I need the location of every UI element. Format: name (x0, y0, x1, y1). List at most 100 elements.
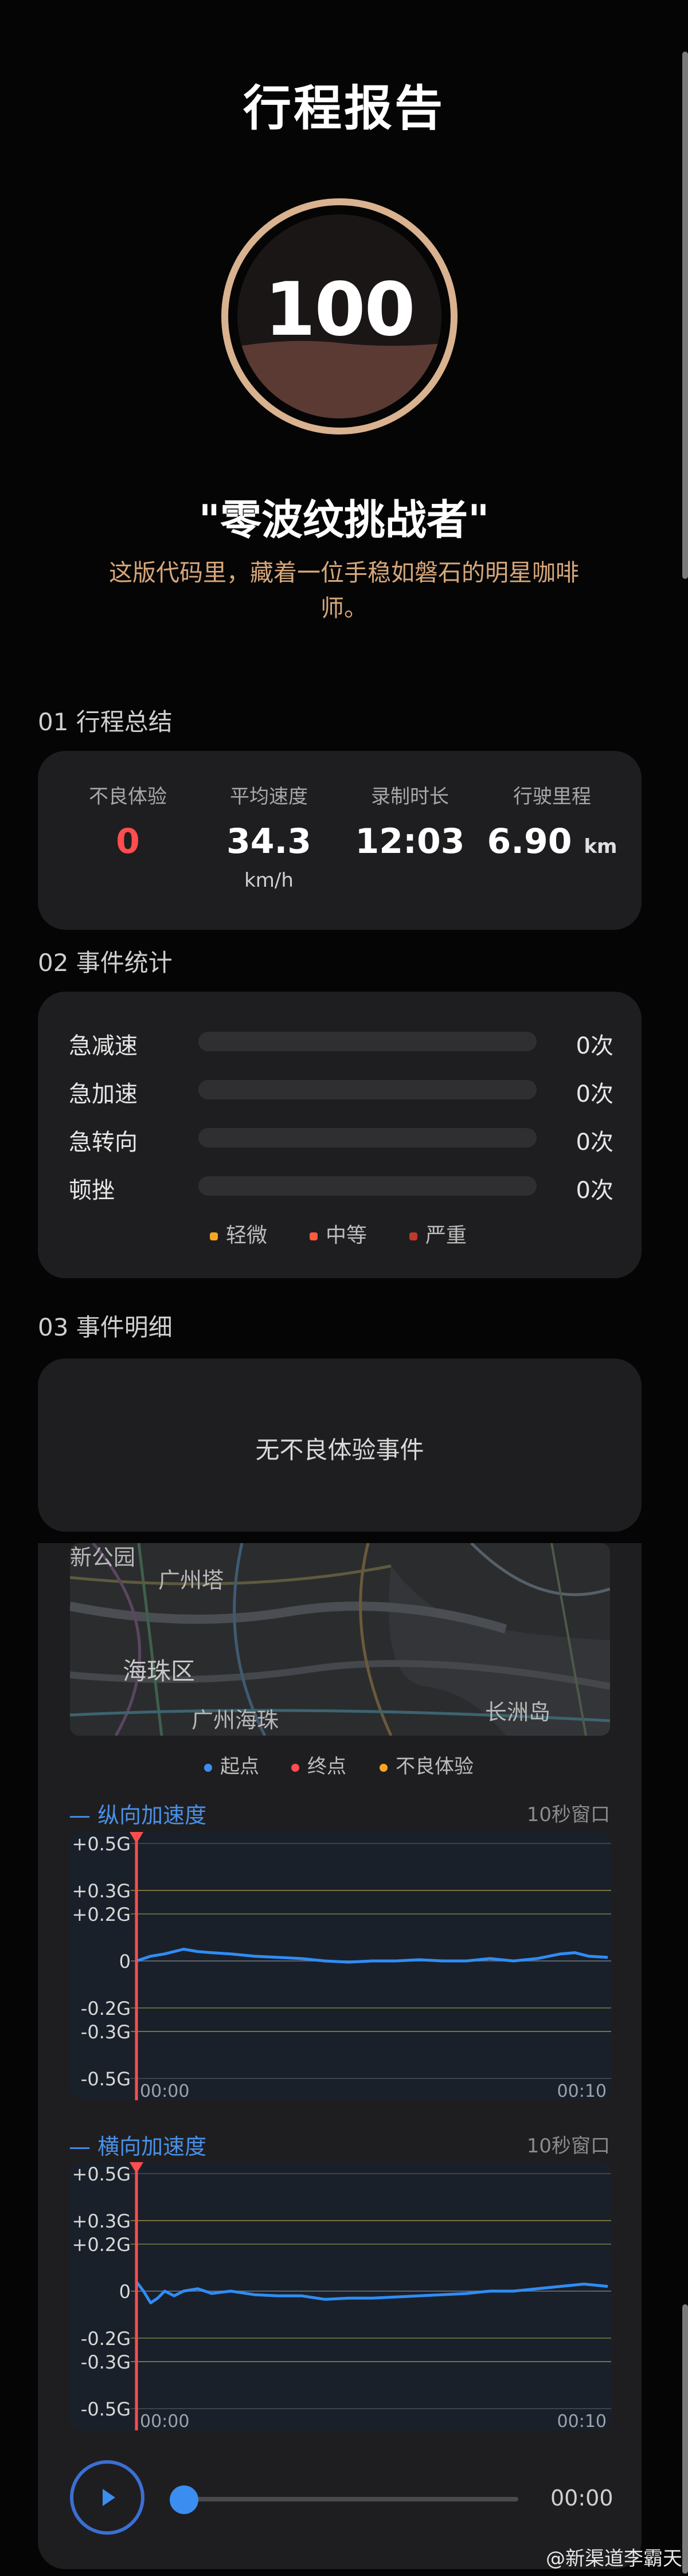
stat-value: 6.90 km (480, 821, 624, 862)
chart-title-longitudinal: — 纵向加速度 (69, 1803, 207, 1828)
score-value: 100 (264, 267, 415, 353)
route-map[interactable]: 新公园 广州塔 海珠区 广州海珠 长洲岛 (70, 1543, 610, 1736)
y-tick-label: -0.2G (81, 2328, 131, 2350)
play-icon (103, 2489, 115, 2506)
legend-swatch (409, 1232, 417, 1240)
score-fill (237, 340, 441, 418)
badge-description: 这版代码里，藏着一位手稳如磐石的明星咖啡师。 (109, 559, 579, 622)
details-section-title: 03 事件明细 (38, 1313, 173, 1341)
map-legend-bad: 不良体验 (380, 1751, 474, 1779)
chart-title-lateral: — 横向加速度 (69, 2134, 207, 2159)
watermark: @新渠道李霸天 (546, 2547, 682, 2570)
y-tick-label: +0.5G (72, 2163, 131, 2185)
map-legend-end: 终点 (291, 1751, 346, 1779)
playback-track[interactable] (181, 2497, 518, 2501)
event-label: 急转向 (69, 1129, 138, 1156)
x-tick-label: 00:10 (557, 2411, 607, 2430)
stat-avg-speed: 平均速度 34.3 (197, 781, 341, 862)
playback-time: 00:00 (550, 2485, 613, 2511)
event-row: 急转向 0次 (69, 1120, 613, 1156)
badge-title: "零波纹挑战者" (198, 496, 490, 544)
x-tick-label: 00:10 (557, 2081, 607, 2100)
stat-duration: 录制时长 12:03 (338, 781, 482, 862)
chart-lateral: +0.5G +0.3G +0.2G 0 -0.2G -0.3G -0.5G 00:00 00:1… (69, 2162, 611, 2430)
event-label: 急减速 (69, 1033, 138, 1059)
stat-distance: 行驶里程 6.90 km (480, 781, 624, 862)
chart-window-label[interactable]: 10秒窗口 (527, 1799, 610, 1827)
chart-longitudinal: +0.5G +0.3G +0.2G 0 -0.2G -0.3G -0.5G 00:00 00:1… (69, 1832, 611, 2100)
event-count: 0次 (576, 1129, 613, 1156)
event-row: 急减速 0次 (69, 1024, 613, 1059)
play-button[interactable] (70, 2460, 144, 2535)
scrollbar-bottom[interactable] (682, 2304, 688, 2574)
chart-plot: +0.5G +0.3G+0.2G 0 -0.2G-0.3G -0.5G 00:00 00:1… (72, 1832, 611, 2100)
stat-value: 0 (116, 821, 140, 862)
stat-number: 6.90 (487, 821, 572, 862)
legend-swatch (291, 1763, 299, 1772)
legend-swatch (310, 1232, 318, 1240)
stat-unit: km/h (244, 869, 294, 892)
map-label: 长洲岛 (485, 1700, 551, 1725)
y-tick-label: -0.2G (81, 1998, 131, 2019)
y-tick-label: -0.3G (81, 2351, 131, 2373)
x-tick-label: 00:00 (140, 2081, 189, 2100)
y-tick-label: -0.5G (81, 2398, 131, 2420)
event-bar (198, 1176, 537, 1196)
event-label: 急加速 (69, 1081, 138, 1107)
chart-plot: +0.5G +0.3G+0.2G 0 -0.2G-0.3G -0.5G 00:00 00:1… (72, 2162, 611, 2430)
stat-unit: km (584, 835, 617, 858)
stat-value: 12:03 (355, 821, 465, 862)
summary-section-title: 01 行程总结 (38, 708, 173, 736)
stat-label: 录制时长 (371, 785, 449, 808)
legend-medium: 中等 (310, 1219, 367, 1248)
event-count: 0次 (576, 1081, 613, 1107)
y-tick-label: +0.3G (72, 2210, 131, 2232)
event-row: 急加速 0次 (69, 1072, 613, 1107)
map-legend-start: 起点 (204, 1751, 259, 1779)
playback-scrubber[interactable] (170, 2485, 198, 2514)
event-bar (198, 1080, 537, 1099)
stat-label: 不良体验 (89, 785, 167, 808)
legend-label: 不良体验 (396, 1755, 474, 1778)
events-section-title: 02 事件统计 (38, 949, 173, 977)
series-line (135, 2281, 608, 2304)
legend-label: 轻微 (226, 1224, 268, 1247)
details-empty-text: 无不良体验事件 (255, 1436, 424, 1464)
stat-label: 平均速度 (230, 785, 308, 808)
legend-label: 终点 (307, 1755, 346, 1778)
playhead-marker (130, 1832, 143, 1843)
event-count: 0次 (576, 1177, 613, 1204)
event-bar (198, 1032, 537, 1051)
y-tick-label: +0.5G (72, 1833, 131, 1855)
playhead-marker (130, 2162, 143, 2174)
map-label: 广州海珠 (191, 1708, 279, 1733)
event-count: 0次 (576, 1033, 613, 1059)
map-label: 海珠区 (123, 1657, 196, 1685)
map-label: 新公园 (70, 1545, 136, 1570)
legend-label: 严重 (425, 1224, 467, 1247)
legend-label: 中等 (326, 1224, 368, 1247)
legend-swatch (380, 1763, 388, 1772)
chart-window-label[interactable]: 10秒窗口 (527, 2130, 610, 2158)
y-tick-label: +0.3G (72, 1880, 131, 1902)
stat-label: 行驶里程 (513, 785, 591, 808)
y-tick-label: -0.5G (81, 2068, 131, 2090)
y-tick-label: +0.2G (72, 2234, 131, 2256)
event-label: 顿挫 (69, 1177, 115, 1204)
stat-value: 34.3 (226, 821, 312, 862)
x-tick-label: 00:00 (140, 2411, 189, 2430)
legend-label: 起点 (220, 1755, 259, 1778)
event-row: 顿挫 0次 (69, 1168, 613, 1204)
legend-swatch (210, 1232, 218, 1240)
event-bar (198, 1128, 537, 1148)
y-tick-label: -0.3G (81, 2021, 131, 2043)
series-line (136, 1948, 608, 1964)
y-tick-label: +0.2G (72, 1904, 131, 1925)
legend-severe: 严重 (409, 1219, 467, 1248)
legend-swatch (204, 1763, 212, 1772)
stat-bad-experience: 不良体验 0 (56, 781, 200, 862)
y-tick-label: 0 (119, 2281, 131, 2303)
y-tick-label: 0 (119, 1951, 131, 1972)
page-title: 行程报告 (243, 80, 445, 136)
map-label: 广州塔 (158, 1568, 224, 1593)
